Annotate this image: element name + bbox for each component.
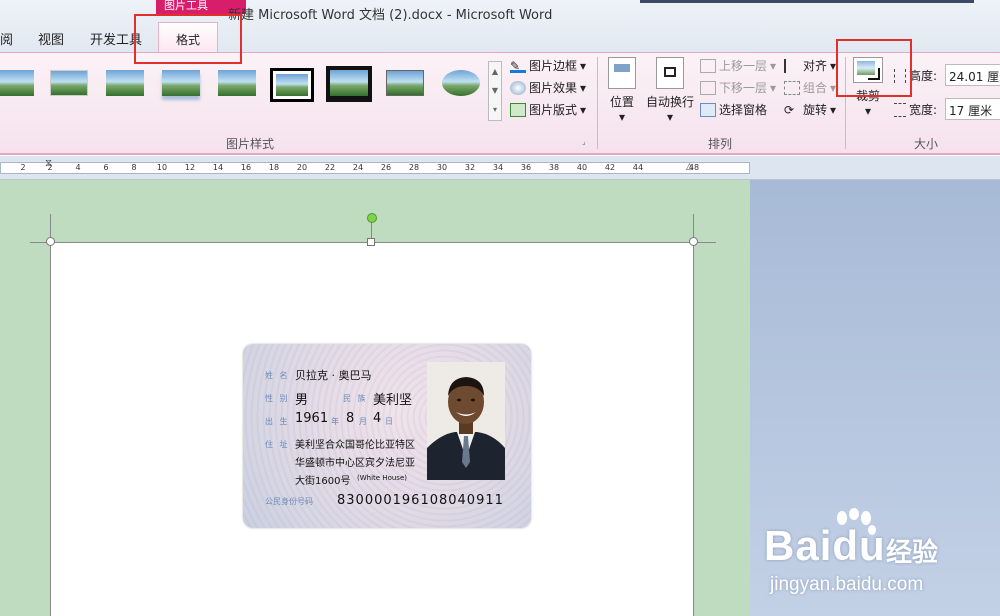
ruler-tick-label: 20: [296, 163, 308, 172]
wrap-text-icon: [656, 57, 684, 89]
id-address-line2: 华盛顿市中心区宾夕法尼亚: [295, 458, 415, 469]
ruler-tick-label: 28: [408, 163, 420, 172]
ruler-tick-label: 8: [131, 163, 137, 172]
picture-style-thumb[interactable]: [326, 66, 372, 102]
selection-pane-icon: [700, 102, 716, 117]
ruler-tick-label: 18: [268, 163, 280, 172]
picture-effects-button[interactable]: 图片效果 ▾: [510, 79, 586, 96]
ruler-tick-label: 24: [352, 163, 364, 172]
ruler-tick-label: 42: [604, 163, 616, 172]
ruler-tick-label: 32: [464, 163, 476, 172]
pencil-icon: ✎: [510, 59, 526, 73]
id-birth-day-unit: 日: [385, 417, 395, 426]
picture-border-button[interactable]: ✎ 图片边框 ▾: [510, 57, 586, 74]
ruler-tick-label: 36: [520, 163, 532, 172]
picture-style-thumb[interactable]: [0, 66, 38, 102]
bring-forward-button[interactable]: 上移一层 ▾: [700, 57, 776, 74]
ruler-tick-label: 14: [212, 163, 224, 172]
align-icon: [784, 58, 800, 73]
id-sex-value: 男: [295, 393, 309, 408]
picture-style-thumb[interactable]: [46, 66, 92, 102]
baidu-jingyan-watermark: Baidu 经验 jingyan.baidu.com: [760, 508, 996, 608]
id-number-label: 公民身份号码: [265, 497, 313, 506]
ruler-tick-label: 40: [576, 163, 588, 172]
id-address-line1: 美利坚合众国哥伦比亚特区: [295, 440, 415, 451]
id-birth-year-unit: 年: [331, 417, 341, 426]
position-icon: [608, 57, 636, 89]
id-address-note: (White House): [357, 474, 407, 482]
id-number-value: 830000196108040911: [337, 493, 504, 508]
resize-handle-top-right[interactable]: [689, 237, 698, 246]
send-backward-button[interactable]: 下移一层 ▾: [700, 79, 776, 96]
id-ethnic-label: 民 族: [343, 394, 368, 403]
id-card-image[interactable]: 姓 名 贝拉克 · 奥巴马 性 别 男 民 族 美利坚 出 生 1961 年 8…: [243, 344, 531, 528]
id-birth-month: 8: [346, 411, 355, 426]
title-bar-accent: [640, 0, 974, 3]
wrap-text-button[interactable]: 自动换行 ▾: [644, 57, 696, 124]
size-group-label: 大小: [914, 137, 939, 151]
id-birth-month-unit: 月: [359, 417, 369, 426]
ruler-tick-label: 2: [47, 163, 53, 172]
group-button[interactable]: 组合 ▾: [784, 79, 836, 96]
arrange-group-label: 排列: [708, 137, 733, 151]
ruler-tick-label: 2: [20, 163, 26, 172]
ruler-tick-label: 30: [436, 163, 448, 172]
align-button[interactable]: 对齐 ▾: [784, 57, 836, 74]
ruler-tick-label: 10: [156, 163, 168, 172]
id-name-label: 姓 名: [265, 371, 290, 380]
effects-icon: [510, 80, 526, 95]
width-input[interactable]: 17 厘米: [945, 98, 1000, 120]
portrait-photo: [427, 362, 505, 480]
resize-handle-top-left[interactable]: [46, 237, 55, 246]
ruler-tick-label: 44: [632, 163, 644, 172]
id-sex-label: 性 别: [265, 394, 290, 403]
picture-styles-group-label: 图片样式: [226, 137, 275, 151]
rotate-button[interactable]: ⟳ 旋转 ▾: [784, 101, 836, 118]
crop-button-highlight: [836, 39, 912, 97]
picture-style-thumb[interactable]: [438, 66, 484, 102]
selection-pane-button[interactable]: 选择窗格: [700, 101, 767, 118]
resize-handle-top[interactable]: [367, 238, 375, 246]
group-separator: [597, 57, 598, 149]
rotate-icon: ⟳: [784, 102, 795, 117]
picture-style-thumb[interactable]: [214, 66, 260, 102]
layout-icon: [510, 102, 526, 117]
dialog-launcher-icon[interactable]: ⌟: [582, 137, 586, 146]
tab-view[interactable]: 视图: [38, 29, 64, 48]
ruler-tick-label: 4: [75, 163, 81, 172]
horizontal-ruler[interactable]: ⧖ △ 2 2 4 6 8 10 12 14 16 18 20 22 24 26 28 30 32 34 36 38 4…: [0, 156, 1000, 180]
id-birth-label: 出 生: [265, 417, 290, 426]
ruler-tick-label: 6: [103, 163, 109, 172]
picture-style-thumb-selected[interactable]: [270, 68, 314, 102]
picture-style-thumb[interactable]: [102, 66, 148, 102]
ruler-tick-label: 34: [492, 163, 504, 172]
id-birth-day: 4: [373, 411, 382, 426]
id-address-label: 住 址: [265, 440, 290, 449]
picture-layout-button[interactable]: 图片版式 ▾: [510, 101, 586, 118]
tab-review[interactable]: 阅: [0, 29, 13, 48]
id-name-value: 贝拉克 · 奥巴马: [295, 369, 372, 382]
ruler-tick-label: 38: [548, 163, 560, 172]
width-control: 宽度:: [894, 101, 937, 118]
width-icon: [894, 102, 906, 117]
height-input[interactable]: 24.01 厘米: [945, 64, 1000, 86]
picture-style-thumb[interactable]: [382, 66, 428, 102]
id-ethnic-value: 美利坚: [373, 393, 413, 408]
rotate-handle[interactable]: [367, 213, 377, 223]
position-button[interactable]: 位置 ▾: [604, 57, 640, 124]
send-backward-icon: [700, 80, 716, 95]
ruler-tick-label: 22: [324, 163, 336, 172]
ruler-tick-label: 16: [240, 163, 252, 172]
window-title: 新建 Microsoft Word 文档 (2).docx - Microsof…: [228, 8, 553, 23]
gallery-scroll-buttons[interactable]: ▲ ▼ ▾: [488, 61, 502, 121]
ruler-tick-label: 48: [688, 163, 700, 172]
picture-style-thumb[interactable]: [158, 66, 204, 102]
id-address-line3: 大街1600号: [295, 476, 351, 487]
format-tab-highlight: [134, 14, 242, 64]
ruler-tick-label: 26: [380, 163, 392, 172]
bring-forward-icon: [700, 58, 716, 73]
id-birth-year: 1961: [295, 411, 329, 426]
ruler-tick-label: 12: [184, 163, 196, 172]
group-icon: [784, 80, 800, 95]
